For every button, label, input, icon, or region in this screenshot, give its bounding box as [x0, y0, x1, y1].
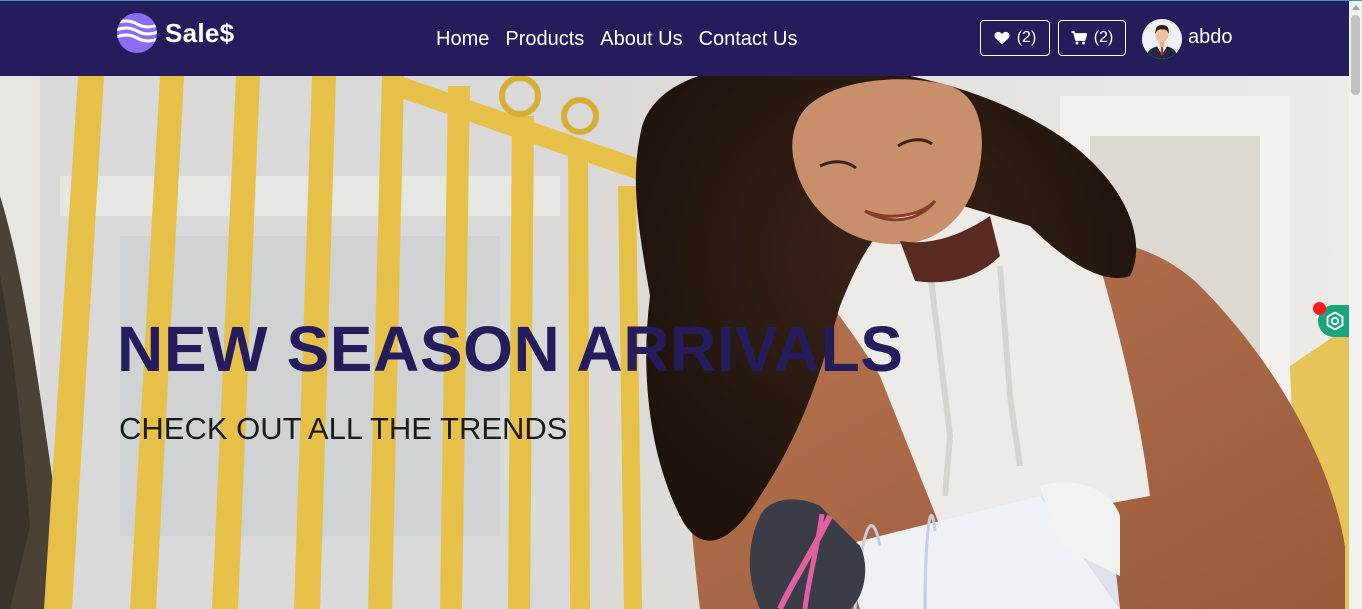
- page-scrollbar[interactable]: [1349, 1, 1362, 609]
- cart-count: (2): [1093, 29, 1114, 46]
- user-name: abdo: [1188, 25, 1233, 48]
- heart-icon: [994, 31, 1010, 45]
- nav-link-contact-us[interactable]: Contact Us: [699, 28, 798, 51]
- cart-icon: [1071, 31, 1087, 45]
- scroll-up-arrow-icon[interactable]: [1352, 5, 1360, 10]
- main-nav: Home Products About Us Contact Us: [436, 28, 798, 51]
- hero-text: NEW SEASON ARRIVALS CHECK OUT ALL THE TR…: [117, 314, 904, 449]
- cart-button[interactable]: (2): [1058, 20, 1126, 56]
- navbar: Sale$ Home Products About Us Contact Us …: [0, 1, 1349, 76]
- user-menu[interactable]: abdo: [1142, 19, 1233, 59]
- notification-dot: [1313, 302, 1326, 315]
- brand-name: Sale$: [165, 17, 235, 48]
- hero-title: NEW SEASON ARRIVALS: [117, 313, 904, 385]
- scrollbar-thumb[interactable]: [1351, 15, 1360, 95]
- hexagon-extension-icon: [1326, 311, 1344, 331]
- user-avatar-icon: [1142, 19, 1182, 59]
- wishlist-button[interactable]: (2): [980, 20, 1050, 56]
- nav-link-home[interactable]: Home: [436, 28, 489, 51]
- window-top-edge: [0, 0, 1362, 1]
- nav-link-about-us[interactable]: About Us: [600, 28, 682, 51]
- hero-banner: NEW SEASON ARRIVALS CHECK OUT ALL THE TR…: [0, 76, 1349, 609]
- wave-globe-icon: [117, 13, 157, 53]
- brand-logo[interactable]: Sale$: [116, 12, 234, 54]
- nav-link-products[interactable]: Products: [505, 28, 584, 51]
- hero-subtitle: CHECK OUT ALL THE TRENDS: [119, 411, 568, 446]
- wishlist-count: (2): [1016, 29, 1037, 46]
